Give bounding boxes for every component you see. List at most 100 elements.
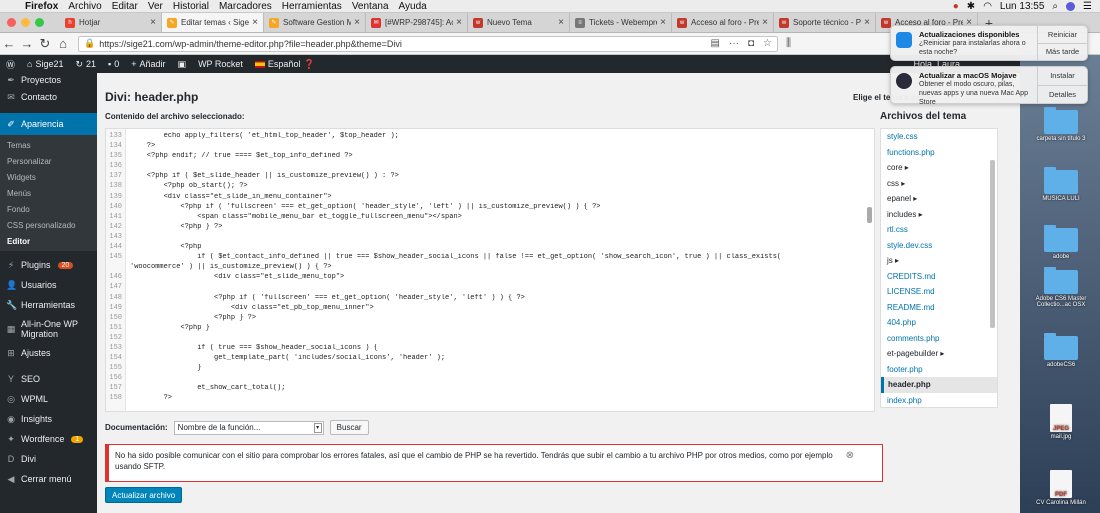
code-line[interactable]: 147 (106, 283, 871, 293)
code-line[interactable]: 134 ?> (106, 142, 871, 152)
sidebar-item-all-in-one-migration[interactable]: ▦ All-in-One WP Migration (0, 315, 97, 343)
menu-marcadores[interactable]: Marcadores (214, 1, 277, 12)
url-bar[interactable]: 🔒 https://sige21.com/wp-admin/theme-edit… (78, 35, 778, 52)
code-line[interactable]: 151 <?php } (106, 324, 871, 334)
desktop-icon[interactable]: Adobe CS6 Master Collectio...ac OSX (1023, 267, 1099, 308)
close-tab-icon[interactable]: × (252, 17, 258, 28)
adminbar-site[interactable]: ⌂ Sige21 (21, 59, 69, 69)
detalles-button[interactable]: Detalles (1038, 84, 1087, 104)
desktop-icon[interactable]: MUSICA LULI (1023, 167, 1099, 202)
code-line[interactable]: 133 echo apply_filters( 'et_html_top_hea… (106, 132, 871, 142)
code-line[interactable]: 144 <?php (106, 243, 871, 253)
editor-scrollbar[interactable] (867, 207, 872, 223)
theme-file-item[interactable]: style.css (881, 129, 997, 145)
code-line[interactable]: 157 et_show_cart_total(); (106, 384, 871, 394)
code-line[interactable]: 135 <?php endif; // true ==== $et_top_in… (106, 152, 871, 162)
zoom-window-button[interactable] (35, 18, 44, 27)
sidebar-item-apariencia[interactable]: ✐ Apariencia (0, 113, 97, 135)
code-line[interactable]: 156 (106, 374, 871, 384)
close-window-button[interactable] (7, 18, 16, 27)
menu-ver[interactable]: Ver (143, 1, 168, 12)
menu-editar[interactable]: Editar (107, 1, 143, 12)
code-line[interactable]: 155 } (106, 364, 871, 374)
sidebar-item-contacto[interactable]: ✉ Contacto (0, 87, 97, 107)
theme-file-item[interactable]: footer.php (881, 362, 997, 378)
code-line[interactable]: 140 <?php if ( 'fullscreen' === et_get_o… (106, 203, 871, 213)
menu-app[interactable]: Firefox (20, 1, 63, 12)
sidebar-item-usuarios[interactable]: 👤 Usuarios (0, 275, 97, 295)
submenu-editor[interactable]: Editor (0, 233, 97, 249)
adminbar-wp-rocket[interactable]: WP Rocket (192, 59, 249, 69)
back-icon[interactable]: ← (0, 36, 18, 51)
code-line[interactable]: 143 (106, 233, 871, 243)
code-line[interactable]: 141 <span class="mobile_menu_bar et_togg… (106, 213, 871, 223)
pocket-icon[interactable]: ◘ (748, 38, 754, 49)
adminbar-divi-icon[interactable]: ▣ (172, 59, 193, 70)
code-line[interactable]: 138 <?php ob_start(); ?> (106, 182, 871, 192)
menu-archivo[interactable]: Archivo (63, 1, 106, 12)
theme-file-item[interactable]: 404.php (881, 315, 997, 331)
wifi-icon[interactable]: ◠ (983, 1, 992, 12)
library-icon[interactable]: ⫼ (786, 37, 791, 50)
function-select[interactable]: Nombre de la función... ▾ (173, 420, 324, 435)
close-tab-icon[interactable]: × (762, 17, 768, 28)
dismiss-icon[interactable]: ⊗ (846, 450, 854, 461)
mas-tarde-button[interactable]: Más tarde (1038, 42, 1087, 61)
wordpress-logo-icon[interactable]: Ⓦ (0, 58, 21, 71)
code-line[interactable]: 154 get_template_part( 'includes/social_… (106, 354, 871, 364)
code-line[interactable]: 158 ?> (106, 394, 871, 404)
theme-folder-item[interactable]: core ▸ (881, 160, 997, 176)
code-line[interactable]: 145 if ( $et_contact_info_defined || tru… (106, 253, 871, 263)
code-editor[interactable]: 133 echo apply_filters( 'et_html_top_hea… (105, 128, 875, 412)
code-line[interactable]: 136 (106, 162, 871, 172)
tab-editar-temas[interactable]: ✎Editar temas ‹ Sige21 — WordPress× (162, 13, 264, 32)
clock[interactable]: Lun 13:55 (1000, 1, 1045, 12)
menu-ventana[interactable]: Ventana (347, 1, 394, 12)
code-line[interactable]: 148 <?php if ( 'fullscreen' === et_get_o… (106, 294, 871, 304)
menu-ayuda[interactable]: Ayuda (394, 1, 432, 12)
code-line[interactable]: 142 <?php } ?> (106, 223, 871, 233)
sidebar-item-ajustes[interactable]: ⊞ Ajustes (0, 343, 97, 363)
close-tab-icon[interactable]: × (354, 17, 360, 28)
tab-acceso-foro[interactable]: wAcceso al foro - Pregunta× (672, 13, 774, 32)
instalar-button[interactable]: Instalar (1038, 67, 1087, 85)
submenu-fondo[interactable]: Fondo (0, 201, 97, 217)
tab-hotjar[interactable]: h Hotjar × (60, 13, 162, 32)
desktop-icon[interactable]: JPEG mail.jpg (1023, 404, 1099, 440)
sidebar-item-herramientas[interactable]: 🔧 Herramientas (0, 295, 97, 315)
code-line[interactable]: 150 <?php } ?> (106, 314, 871, 324)
submenu-temas[interactable]: Temas (0, 137, 97, 153)
sidebar-item-divi[interactable]: D Divi (0, 449, 97, 469)
siri-icon[interactable] (1066, 1, 1076, 11)
desktop-icon[interactable]: adobe (1023, 225, 1099, 260)
theme-folder-item[interactable]: includes ▸ (881, 207, 997, 223)
adminbar-language[interactable]: Español ❓ (249, 59, 321, 70)
close-tab-icon[interactable]: × (150, 17, 156, 28)
code-line[interactable]: 'woocommerce' ) || is_customize_preview(… (106, 263, 871, 273)
theme-file-item[interactable]: LICENSE.md (881, 284, 997, 300)
sidebar-item-insights[interactable]: ◉ Insights (0, 409, 97, 429)
close-tab-icon[interactable]: × (660, 17, 666, 28)
menu-herramientas[interactable]: Herramientas (277, 1, 347, 12)
code-line[interactable]: 149 <div class="et_pb_top_menu_inner"> (106, 304, 871, 314)
tab-nuevo-tema[interactable]: w Nuevo Tema × (468, 13, 570, 32)
sidebar-item-plugins[interactable]: ⚡ Plugins 20 (0, 255, 97, 275)
minimize-window-button[interactable] (21, 18, 30, 27)
code-line[interactable]: 146 <div class="et_slide_menu_top"> (106, 273, 871, 283)
code-line[interactable]: 137 <?php if ( $et_slide_header || is_cu… (106, 172, 871, 182)
tab-wrp-ticket[interactable]: ✉[#WRP-298745]: Acceso× (366, 13, 468, 32)
theme-file-item[interactable]: CREDITS.md (881, 269, 997, 285)
bookmark-star-icon[interactable]: ☆ (763, 38, 772, 49)
tab-software-gestion[interactable]: ✎Software Gestion Mantenimiento× (264, 13, 366, 32)
theme-folder-item[interactable]: css ▸ (881, 176, 997, 192)
submenu-personalizar[interactable]: Personalizar (0, 153, 97, 169)
code-line[interactable]: 139 <div class="et_slide_in_menu_contain… (106, 193, 871, 203)
bluetooth-icon[interactable]: ✱ (967, 1, 975, 12)
theme-file-item[interactable]: index.php (881, 393, 997, 408)
reload-icon[interactable]: ↻ (36, 36, 54, 52)
code-line[interactable]: 153 if ( true === $show_header_social_ic… (106, 344, 871, 354)
theme-file-item[interactable]: functions.php (881, 145, 997, 161)
theme-file-item[interactable]: style.dev.css (881, 238, 997, 254)
submenu-widgets[interactable]: Widgets (0, 169, 97, 185)
theme-file-item[interactable]: rtl.css (881, 222, 997, 238)
